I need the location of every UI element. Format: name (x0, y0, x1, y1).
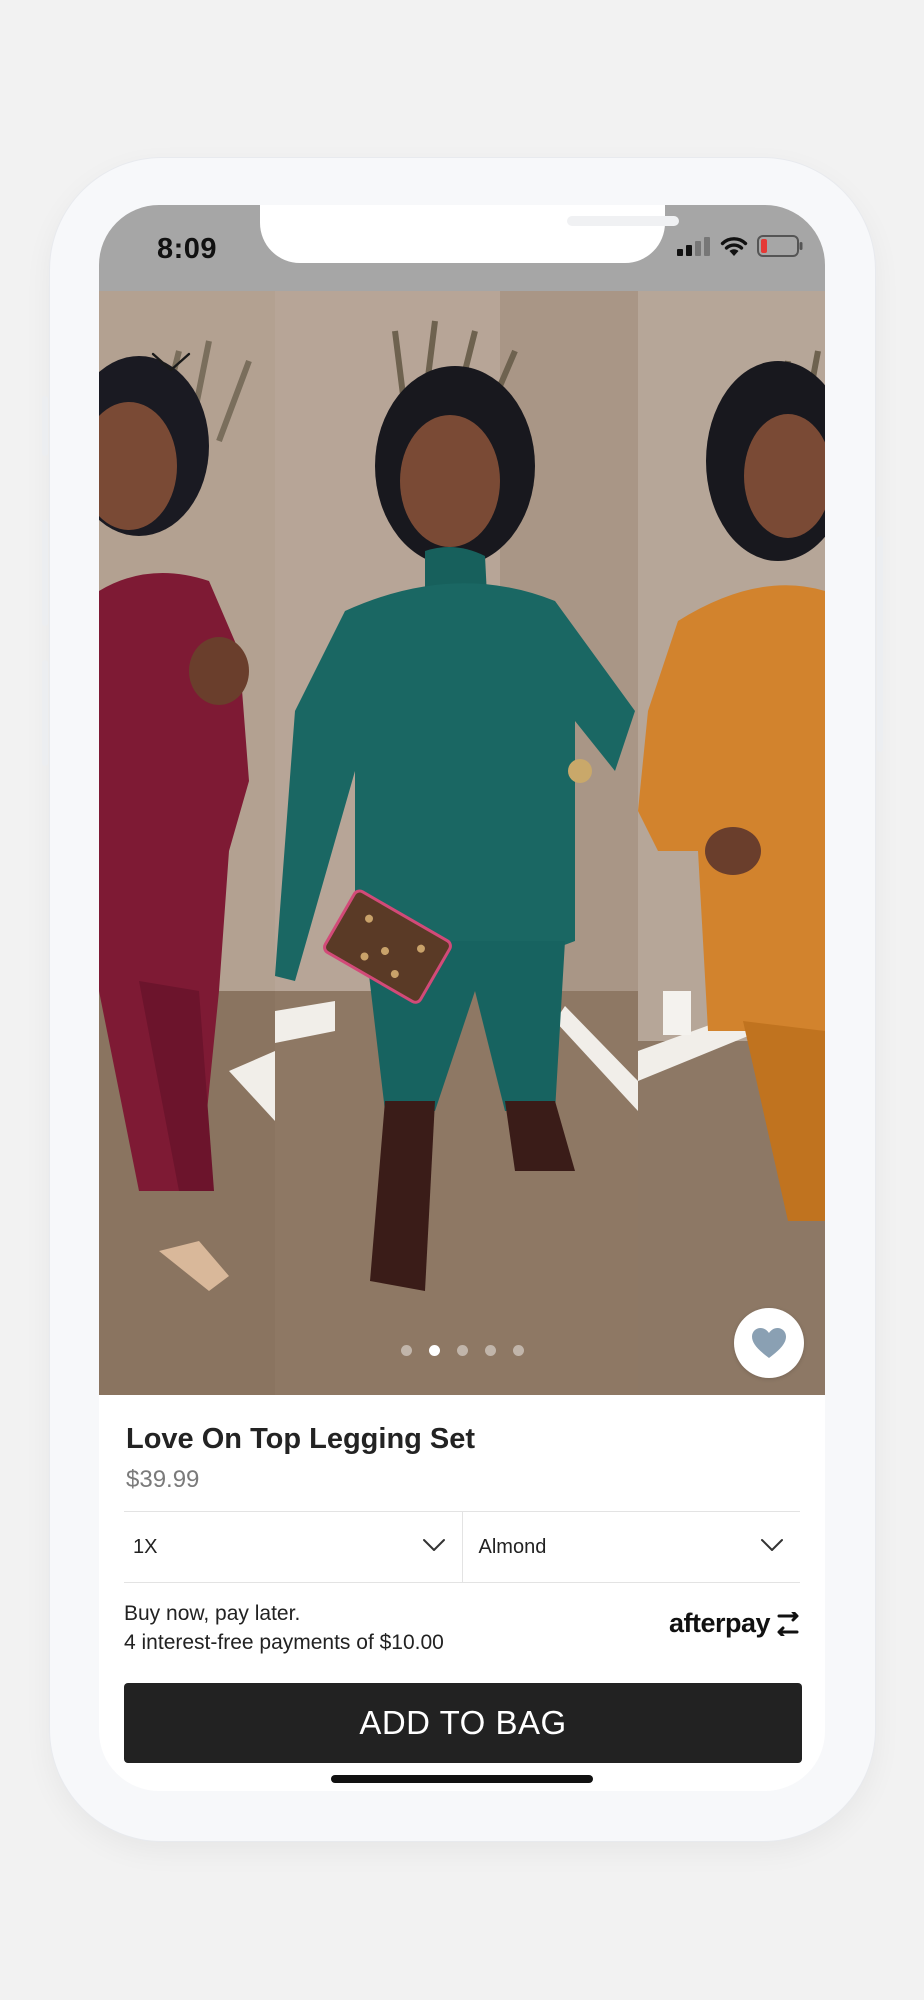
heart-icon (752, 1328, 786, 1358)
wifi-icon (720, 236, 748, 256)
product-price: $39.99 (126, 1466, 200, 1493)
chevron-down-icon (422, 1539, 445, 1551)
carousel-dot[interactable] (456, 1345, 468, 1356)
chevron-down-icon (761, 1539, 783, 1551)
product-image-carousel[interactable] (99, 291, 825, 1395)
chevron-down-icon[interactable] (149, 346, 193, 376)
volume-up-button (42, 520, 48, 626)
carousel-dot[interactable] (400, 1345, 412, 1356)
size-select-value: 1X (133, 1535, 158, 1558)
notch (260, 205, 679, 263)
afterpay-line2: 4 interest-free payments of $10.00 (124, 1631, 444, 1654)
carousel-dot[interactable] (512, 1345, 524, 1356)
home-indicator[interactable] (331, 1775, 593, 1783)
status-time: 8:09 (157, 233, 218, 265)
status-bar: 8:09 (99, 205, 825, 291)
product-photo-teal (275, 291, 638, 1395)
afterpay-line1: Buy now, pay later. (124, 1602, 301, 1625)
afterpay-logo-text: afterpay (669, 1608, 771, 1638)
color-select[interactable]: Almond (461, 1512, 801, 1582)
afterpay-message: Buy now, pay later. 4 interest-free paym… (124, 1599, 444, 1657)
mute-switch (42, 396, 48, 456)
afterpay-arrows-icon (777, 1611, 799, 1636)
variant-selectors: 1X Almond (124, 1511, 800, 1583)
product-title: Love On Top Legging Set (126, 1423, 476, 1455)
carousel-dot-active[interactable] (428, 1345, 440, 1356)
product-photo-orange (638, 291, 825, 1395)
color-select-value: Almond (478, 1535, 547, 1558)
favorite-button[interactable] (734, 1308, 804, 1378)
add-to-bag-button[interactable]: ADD TO BAG (124, 1683, 802, 1763)
signal-icon (677, 237, 710, 256)
status-icons (677, 235, 803, 257)
carousel-pagination (99, 1345, 825, 1356)
size-select[interactable]: 1X (124, 1512, 462, 1582)
carousel-dot[interactable] (484, 1345, 496, 1356)
volume-down-button (42, 660, 48, 766)
product-photo-burgundy (99, 291, 275, 1395)
afterpay-logo[interactable]: afterpay (669, 1608, 803, 1639)
speaker (567, 216, 679, 226)
phone-screen: 8:09 Love On Top Legging Set $39.99 1X A… (99, 205, 825, 1791)
battery-low-icon (757, 235, 803, 257)
power-button (877, 536, 883, 752)
